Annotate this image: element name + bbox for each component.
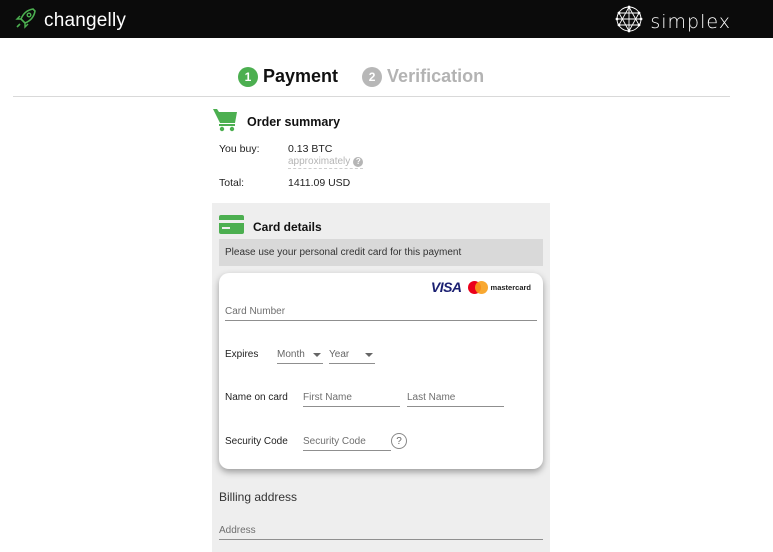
simplex-network-icon (614, 4, 644, 39)
step-verification: 2 Verification (362, 66, 484, 87)
simplex-logo[interactable]: simplex (614, 4, 731, 39)
total-value: 1411.09 USD (288, 177, 351, 189)
cart-icon (213, 107, 238, 137)
order-summary-title: Order summary (247, 115, 341, 129)
card-brands: VISA mastercard (431, 279, 531, 295)
step-label: Verification (387, 66, 485, 86)
visa-logo: VISA (430, 279, 462, 295)
expires-label: Expires (225, 349, 259, 360)
changelly-wordmark: changelly (44, 9, 127, 31)
first-name-input[interactable] (303, 389, 400, 407)
approximately-tooltip[interactable]: approximately ? (288, 156, 364, 169)
card-number-input[interactable] (225, 303, 537, 321)
top-bar: changelly simplex (0, 0, 773, 38)
order-summary-header: Order summary (213, 107, 553, 137)
changelly-logo[interactable]: changelly (14, 6, 126, 35)
security-help-icon[interactable]: ? (391, 433, 407, 449)
step-label: Payment (263, 66, 339, 86)
expiry-year-select[interactable]: Year (329, 346, 375, 364)
last-name-input[interactable] (407, 389, 504, 407)
month-value: Month (277, 349, 305, 360)
step-number: 2 (362, 66, 383, 87)
security-code-input[interactable] (303, 433, 391, 451)
header-divider (13, 96, 730, 97)
step-number: 1 (238, 66, 258, 87)
card-details-title: Card details (253, 220, 322, 234)
security-code-label: Security Code (225, 436, 288, 447)
expiry-month-select[interactable]: Month (277, 346, 323, 364)
address-input[interactable] (219, 522, 543, 540)
step-payment: 1 Payment (238, 66, 338, 87)
mastercard-wordmark: mastercard (490, 282, 531, 292)
card-details-panel: Card details Please use your personal cr… (212, 203, 550, 552)
card-details-header: Card details (219, 215, 322, 239)
simplex-wordmark: simplex (650, 10, 731, 33)
personal-card-notice: Please use your personal credit card for… (219, 239, 543, 266)
you-buy-label: You buy: (219, 143, 260, 155)
card-form: VISA mastercard Expires Month Year Name … (219, 273, 543, 469)
mastercard-logo: mastercard (467, 280, 531, 294)
chevron-down-icon (365, 352, 373, 357)
rocket-icon (14, 6, 38, 35)
progress-steps: 1 Payment 2 Verification (238, 66, 484, 87)
total-label: Total: (219, 177, 245, 189)
name-on-card-label: Name on card (225, 392, 288, 403)
you-buy-value: 0.13 BTC (288, 143, 333, 155)
billing-address-title: Billing address (219, 490, 298, 504)
chevron-down-icon (313, 352, 321, 357)
approximately-note: approximately ? (288, 155, 364, 169)
mastercard-icon (467, 280, 488, 294)
order-summary: Order summary You buy: 0.13 BTC approxim… (213, 107, 553, 189)
approximately-text: approximately (288, 156, 351, 167)
year-value: Year (329, 349, 350, 360)
credit-card-icon (219, 215, 244, 239)
help-icon[interactable]: ? (353, 156, 364, 167)
